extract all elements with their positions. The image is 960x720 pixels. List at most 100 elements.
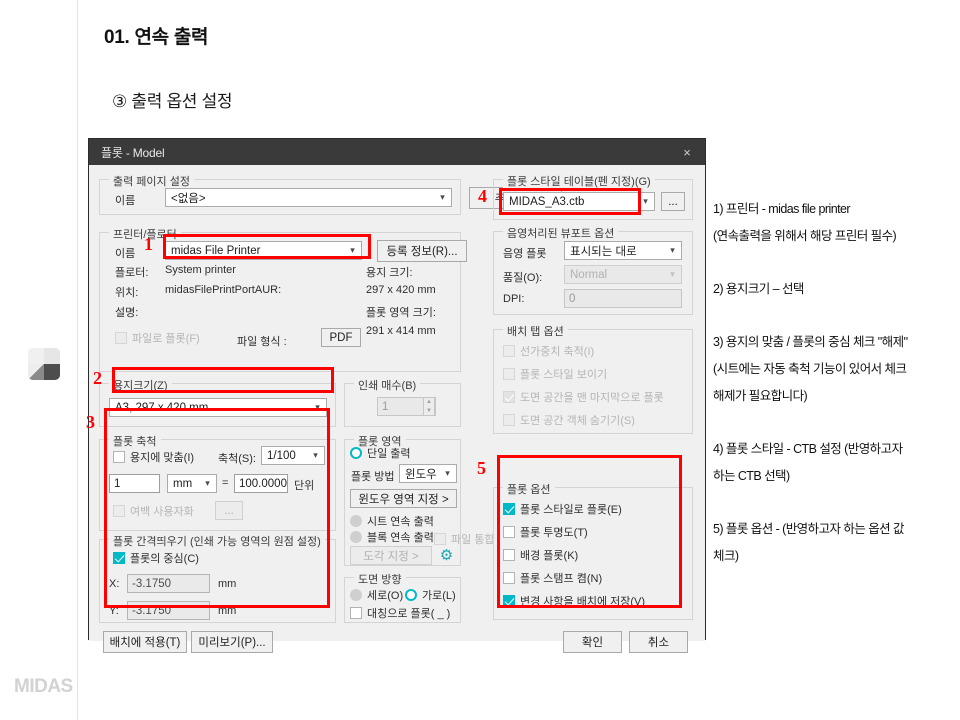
dpi-input[interactable]: 0 [564,289,682,308]
scale-value: 1/100 [267,449,296,462]
plot-upside-down-checkbox[interactable]: 대칭으로 플롯( _ ) [350,605,450,621]
checkbox-box [503,414,515,426]
paper-size-combo[interactable]: A3, 297 x 420 mm ▾ [109,398,327,417]
checkbox-box [113,451,125,463]
checkbox-box [115,332,127,344]
batch-option-1[interactable]: 플롯 스타일 보이기 [503,366,607,382]
preview-button[interactable]: 미리보기(P)... [191,631,273,653]
window-region-button[interactable]: 윈도우 영역 지정 > [350,489,457,508]
checkbox-box [503,345,515,357]
annotation-line-3: 3) 용지의 맞춤 / 플롯의 중심 체크 "해제" [713,335,908,349]
chevron-down-icon: ▾ [315,402,320,412]
plot-option-1[interactable]: 플롯 투명도(T) [503,524,588,540]
radio-single-output[interactable]: 단일 출력 [350,445,411,461]
ok-button[interactable]: 확인 [563,631,622,653]
radio-circle [350,531,362,543]
radio-landscape[interactable]: 가로(L) [405,587,456,603]
gear-icon[interactable]: ⚙ [438,546,455,564]
apply-to-layout-button[interactable]: 배치에 적용(T) [103,631,187,653]
checkbox-box [503,391,515,403]
annotation-gap [713,303,953,329]
annotation-line-7: 하는 CTB 선택) [713,469,790,483]
offset-x-unit: mm [218,578,237,590]
scale-denominator-input[interactable]: 100.0000 [234,474,288,493]
plot-option-2[interactable]: 배경 플롯(K) [503,547,578,563]
checkbox-box [503,595,515,607]
radio-block-continuous[interactable]: 블록 연속 출력 [350,529,434,545]
scale-numerator-input[interactable]: 1 [109,474,160,493]
group-plot-offset-label: 플롯 간격띄우기 (인쇄 가능 영역의 원점 설정) [109,533,325,549]
fit-to-paper-label: 용지에 맞춤(I) [130,452,195,464]
plot-area-size-value: 291 x 414 mm [366,325,436,337]
plot-method-combo[interactable]: 윈도우 ▾ [399,464,457,483]
shape-select-button[interactable]: 도각 지정 > [350,546,432,565]
annotation-line-0: 1) 프린터 - midas file printer [713,202,851,216]
plot-method-label: 플롯 방법 [351,471,395,483]
file-format-value[interactable]: PDF [321,328,361,347]
radio-circle [350,515,362,527]
chevron-down-icon: ▾ [670,245,675,255]
plot-dialog: 플롯 - Model × 출력 페이지 설정 이름 <없음> ▾ 추가(.)..… [88,138,706,653]
landscape-label: 가로(L) [422,590,456,602]
center-plot-label: 플롯의 중심(C) [130,553,199,565]
group-orientation-label: 도면 방향 [354,571,406,587]
custom-margin-button[interactable]: ... [215,501,243,520]
custom-margin-label: 여백 사용자화 [130,506,194,518]
center-plot-checkbox[interactable]: 플롯의 중심(C) [113,550,199,566]
page-setup-name-label: 이름 [115,195,136,207]
radio-circle [350,589,362,601]
scale-unit-combo[interactable]: mm ▾ [167,474,217,493]
offset-x-input[interactable]: -3.1750 [127,574,210,593]
plot-style-table-combo[interactable]: MIDAS_A3.ctb ▾ [503,192,655,211]
cancel-button[interactable]: 취소 [629,631,688,653]
plot-option-2-label: 배경 플롯(K) [520,550,579,562]
group-plot-options-label: 플롯 옵션 [503,481,555,497]
page-setup-name-combo[interactable]: <없음> ▾ [165,188,452,207]
group-shaded-viewport-label: 음영처리된 뷰포트 옵션 [503,225,619,241]
printer-name-combo[interactable]: midas File Printer ▾ [165,241,362,260]
spinner-up-icon[interactable]: ▲ [424,398,434,407]
offset-y-unit: mm [218,605,237,617]
plot-option-3-label: 플롯 스탬프 켬(N) [520,573,603,585]
dialog-title: 플롯 - Model [101,145,165,160]
radio-circle [350,447,362,459]
batch-option-3[interactable]: 도면 공간 객체 숨기기(S) [503,412,635,428]
offset-y-input[interactable]: -3.1750 [127,601,210,620]
batch-option-0[interactable]: 선가중치 축적(I) [503,343,594,359]
radio-sheet-continuous[interactable]: 시트 연속 출력 [350,513,434,529]
close-icon[interactable]: × [675,141,699,163]
radio-portrait[interactable]: 세로(O) [350,587,403,603]
block-continuous-label: 블록 연속 출력 [367,532,434,544]
plot-to-file-checkbox[interactable]: 파일로 플롯(F) [115,330,200,346]
page-setup-name-value: <없음> [171,192,206,205]
shade-plot-combo[interactable]: 표시되는 대로 ▾ [564,241,682,260]
offset-x-label: X: [109,578,120,590]
custom-margin-checkbox[interactable]: 여백 사용자화 [113,503,194,519]
batch-option-2[interactable]: 도면 공간을 맨 마지막으로 플롯 [503,389,664,405]
spinner-down-icon[interactable]: ▼ [424,407,434,416]
plot-upside-down-label: 대칭으로 플롯( _ ) [367,608,451,620]
plot-option-3[interactable]: 플롯 스탬프 켬(N) [503,570,602,586]
chevron-down-icon: ▾ [350,245,355,255]
callout-marker-4: 4 [478,186,487,206]
scale-combo[interactable]: 1/100 ▾ [261,446,325,465]
quality-combo[interactable]: Normal ▾ [564,265,682,284]
annotation-line-2: 2) 용지크기 – 선택 [713,282,804,296]
merge-files-label: 파일 통합 [451,534,495,546]
quality-value: Normal [570,268,608,281]
annotation-line-9: 체크) [713,549,739,563]
plot-style-browse-button[interactable]: ... [661,192,685,211]
chevron-down-icon: ▾ [205,478,210,488]
annotation-gap [713,490,953,516]
scale-unit-value: mm [173,477,193,490]
copies-spinner[interactable]: ▲ ▼ [423,397,435,416]
plot-option-4[interactable]: 변경 사항을 배치에 저장(V) [503,593,645,609]
annotation-gap [713,410,953,436]
plot-option-0[interactable]: 플롯 스타일로 플롯(E) [503,501,622,517]
scale-equals-label: = [222,477,229,489]
fit-to-paper-checkbox[interactable]: 용지에 맞춤(I) [113,449,194,465]
plotter-value: System printer [165,264,236,276]
printer-properties-button[interactable]: 등록 정보(R)... [377,240,467,262]
dpi-label: DPI: [503,293,525,305]
plot-style-table-value: MIDAS_A3.ctb [509,195,585,208]
